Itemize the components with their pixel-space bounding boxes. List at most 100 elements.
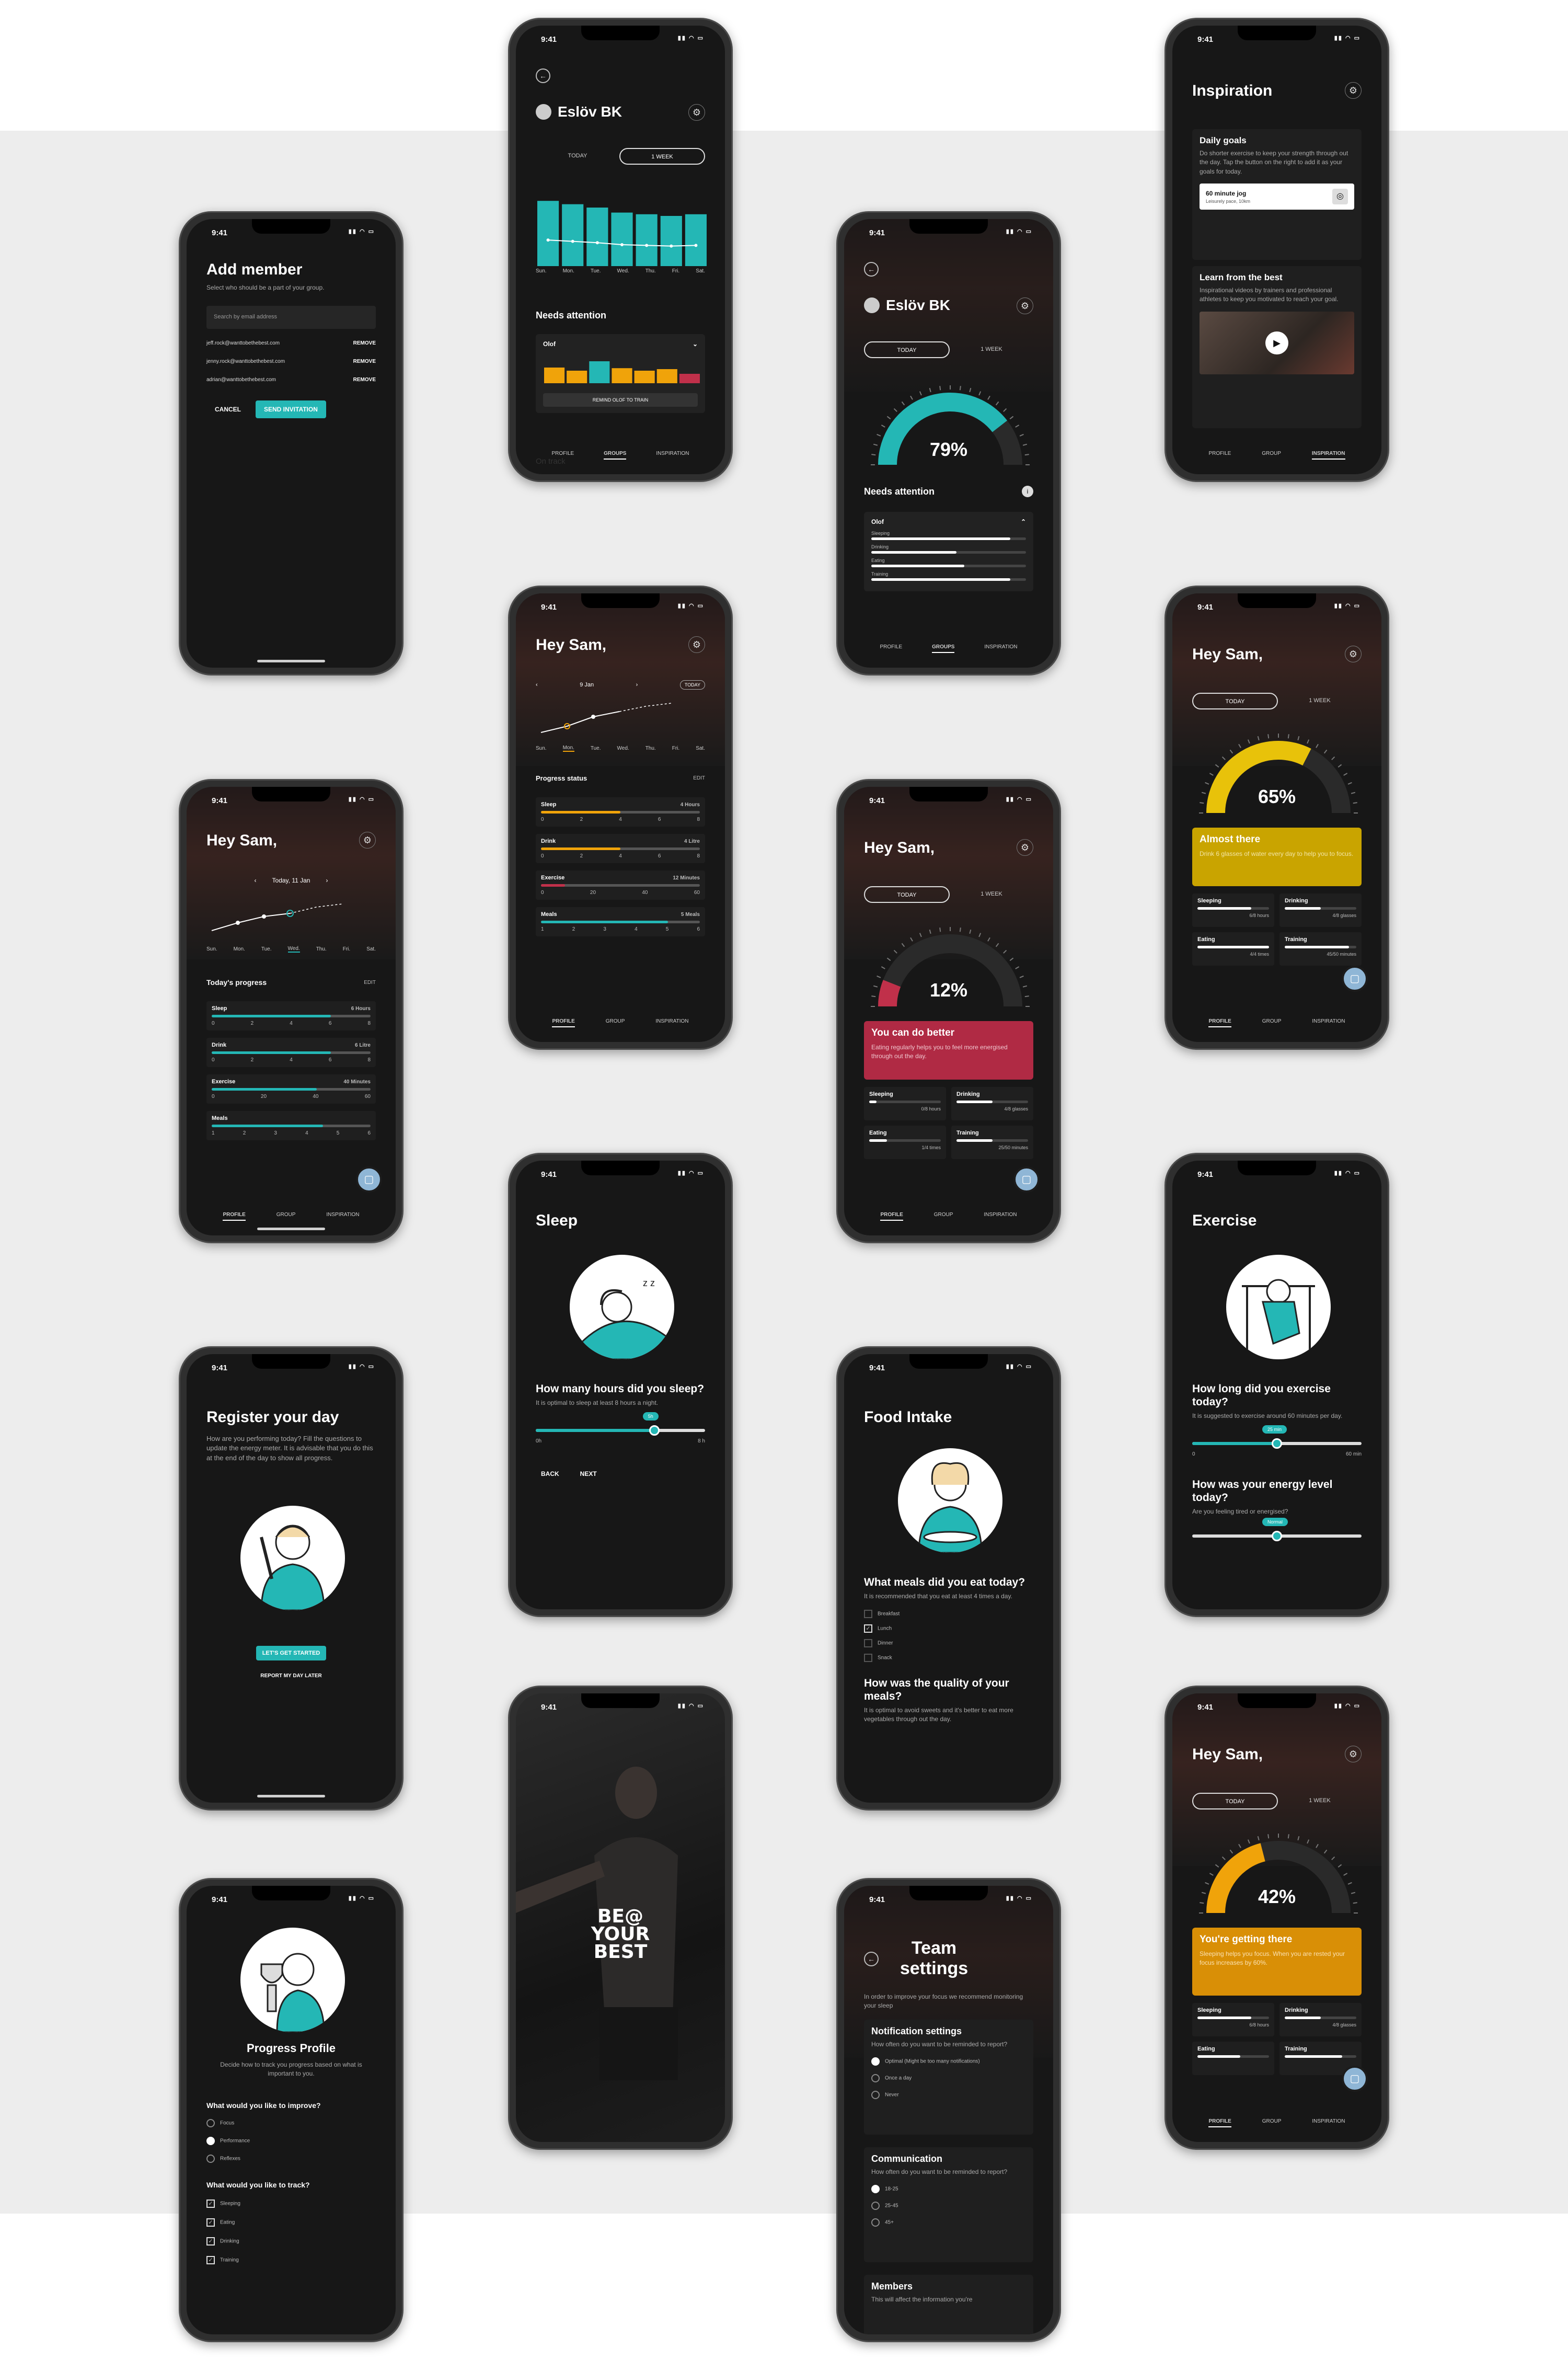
meal-option[interactable]: Snack <box>864 1653 1033 1662</box>
edit-button[interactable]: EDIT <box>693 775 705 781</box>
metric-tile[interactable]: Training 45/50 minutes <box>1279 932 1362 966</box>
meal-checkbox[interactable] <box>864 1653 872 1662</box>
cancel-button[interactable]: CANCEL <box>215 406 241 413</box>
metric-tile[interactable]: Sleeping 6/8 hours <box>1192 2003 1274 2036</box>
nav-inspiration[interactable]: INSPIRATION <box>656 451 689 460</box>
period-toggle[interactable]: TODAY 1 WEEK <box>864 886 1033 903</box>
chat-icon[interactable]: ▢ <box>1342 2066 1368 2092</box>
search-input[interactable]: Search by email address <box>206 305 376 329</box>
nav-profile[interactable]: PROFILE <box>880 1212 903 1221</box>
nav-groups[interactable]: GROUPS <box>604 451 627 460</box>
nav-group[interactable]: GROUP <box>1262 2118 1282 2127</box>
meal-option[interactable]: ✓ Lunch <box>864 1624 1033 1633</box>
next-icon[interactable]: › <box>636 682 638 688</box>
nav-profile[interactable]: PROFILE <box>551 451 574 460</box>
tab-week[interactable]: 1 WEEK <box>619 148 705 165</box>
chat-icon[interactable]: ▢ <box>1342 966 1368 992</box>
gear-icon[interactable]: ⚙ <box>688 636 705 653</box>
sleep-slider[interactable]: 5h <box>536 1412 705 1436</box>
metric-tile[interactable]: Drinking 4/8 glasses <box>1279 893 1362 927</box>
nav-profile[interactable]: PROFILE <box>223 1212 246 1221</box>
nav-profile[interactable]: PROFILE <box>1208 1018 1231 1027</box>
tab-today[interactable]: TODAY <box>536 148 619 165</box>
tab-week[interactable]: 1 WEEK <box>950 341 1033 358</box>
nav-inspiration[interactable]: INSPIRATION <box>1312 1018 1345 1027</box>
meal-option[interactable]: Dinner <box>864 1639 1033 1647</box>
metric-tile[interactable]: Training 25/50 minutes <box>951 1126 1033 1159</box>
energy-slider[interactable]: Normal <box>1192 1517 1362 1541</box>
metric-tile[interactable]: Eating 4/4 times <box>1192 932 1274 966</box>
radio-optimal[interactable] <box>871 2057 880 2066</box>
remind-button[interactable]: REMIND OLOF TO TRAIN <box>543 393 698 407</box>
tab-today[interactable]: TODAY <box>1192 693 1278 709</box>
exercise-slider[interactable]: 25 min <box>1192 1425 1362 1449</box>
radio-performance[interactable] <box>206 2137 215 2145</box>
tab-today[interactable]: TODAY <box>864 886 950 903</box>
tab-today[interactable]: TODAY <box>864 341 950 358</box>
gear-icon[interactable]: ⚙ <box>1017 297 1033 314</box>
prev-icon[interactable]: ‹ <box>536 682 538 688</box>
tab-week[interactable]: 1 WEEK <box>1278 693 1362 709</box>
gear-icon[interactable]: ⚙ <box>359 832 376 849</box>
next-day-icon[interactable]: › <box>326 877 328 884</box>
chat-icon[interactable]: ▢ <box>1013 1166 1040 1193</box>
back-icon[interactable]: ← <box>536 68 550 83</box>
get-started-button[interactable]: LET'S GET STARTED <box>256 1646 327 1660</box>
checkbox-drinking[interactable]: ✓ <box>206 2237 215 2246</box>
radio-45-plus[interactable] <box>871 2218 880 2227</box>
play-icon[interactable]: ▶ <box>1265 331 1288 354</box>
nav-inspiration[interactable]: INSPIRATION <box>984 1212 1017 1221</box>
tab-week[interactable]: 1 WEEK <box>1278 1793 1362 1809</box>
gear-icon[interactable]: ⚙ <box>1345 82 1362 99</box>
radio-never[interactable] <box>871 2091 880 2100</box>
metric-tile[interactable]: Sleeping 0/8 hours <box>864 1087 946 1120</box>
checkbox-eating[interactable]: ✓ <box>206 2218 215 2227</box>
radio-18-25[interactable] <box>871 2185 880 2194</box>
slider-thumb[interactable] <box>1272 1438 1282 1449</box>
slider-thumb[interactable] <box>649 1425 660 1436</box>
nav-profile[interactable]: PROFILE <box>1208 2118 1231 2127</box>
nav-inspiration[interactable]: INSPIRATION <box>1312 2118 1345 2127</box>
nav-group[interactable]: GROUP <box>606 1018 625 1027</box>
meal-checkbox[interactable] <box>864 1639 872 1647</box>
nav-profile[interactable]: PROFILE <box>1208 451 1231 460</box>
remove-button[interactable]: REMOVE <box>353 340 376 346</box>
nav-group[interactable]: GROUP <box>1262 1018 1282 1027</box>
nav-inspiration[interactable]: INSPIRATION <box>326 1212 359 1221</box>
tab-today[interactable]: TODAY <box>1192 1793 1278 1809</box>
meal-checkbox[interactable]: ✓ <box>864 1624 872 1633</box>
radio-once-a-day[interactable] <box>871 2074 880 2083</box>
chevron-down-icon[interactable]: ⌄ <box>693 340 698 348</box>
remove-button[interactable]: REMOVE <box>353 359 376 364</box>
nav-inspiration[interactable]: INSPIRATION <box>1311 451 1345 460</box>
checkbox-sleeping[interactable]: ✓ <box>206 2199 215 2208</box>
edit-button[interactable]: EDIT <box>364 980 376 986</box>
next-button[interactable]: NEXT <box>580 1470 597 1477</box>
radio-reflexes[interactable] <box>206 2155 215 2163</box>
metric-tile[interactable]: Drinking 4/8 glasses <box>1279 2003 1362 2036</box>
metric-tile[interactable]: Drinking 4/8 glasses <box>951 1087 1033 1120</box>
period-toggle[interactable]: TODAY 1 WEEK <box>1192 1793 1362 1809</box>
period-toggle[interactable]: TODAY 1 WEEK <box>1192 693 1362 709</box>
radio-25-45[interactable] <box>871 2202 880 2210</box>
video-thumbnail[interactable]: ▶ <box>1200 311 1354 374</box>
period-toggle[interactable]: TODAY 1 WEEK <box>536 148 705 165</box>
nav-group[interactable]: GROUP <box>934 1212 953 1221</box>
metric-tile[interactable]: Eating 1/4 times <box>864 1126 946 1159</box>
target-icon[interactable]: ◎ <box>1332 189 1348 205</box>
gear-icon[interactable]: ⚙ <box>1017 839 1033 856</box>
metric-tile[interactable]: Sleeping 6/8 hours <box>1192 893 1274 927</box>
today-button[interactable]: TODAY <box>679 680 705 690</box>
back-button[interactable]: BACK <box>541 1470 559 1477</box>
prev-day-icon[interactable]: ‹ <box>255 877 257 884</box>
back-icon[interactable]: ← <box>864 1952 879 1966</box>
send-invitation-button[interactable]: SEND INVITATION <box>256 400 326 418</box>
nav-group[interactable]: GROUP <box>1262 451 1281 460</box>
nav-inspiration[interactable]: INSPIRATION <box>655 1018 688 1027</box>
nav-inspiration[interactable]: INSPIRATION <box>984 644 1017 653</box>
info-icon[interactable]: i <box>1022 486 1033 497</box>
tab-week[interactable]: 1 WEEK <box>950 886 1033 903</box>
period-toggle[interactable]: TODAY 1 WEEK <box>864 341 1033 358</box>
nav-groups[interactable]: GROUPS <box>932 644 955 653</box>
report-later-link[interactable]: REPORT MY DAY LATER <box>187 1673 396 1679</box>
